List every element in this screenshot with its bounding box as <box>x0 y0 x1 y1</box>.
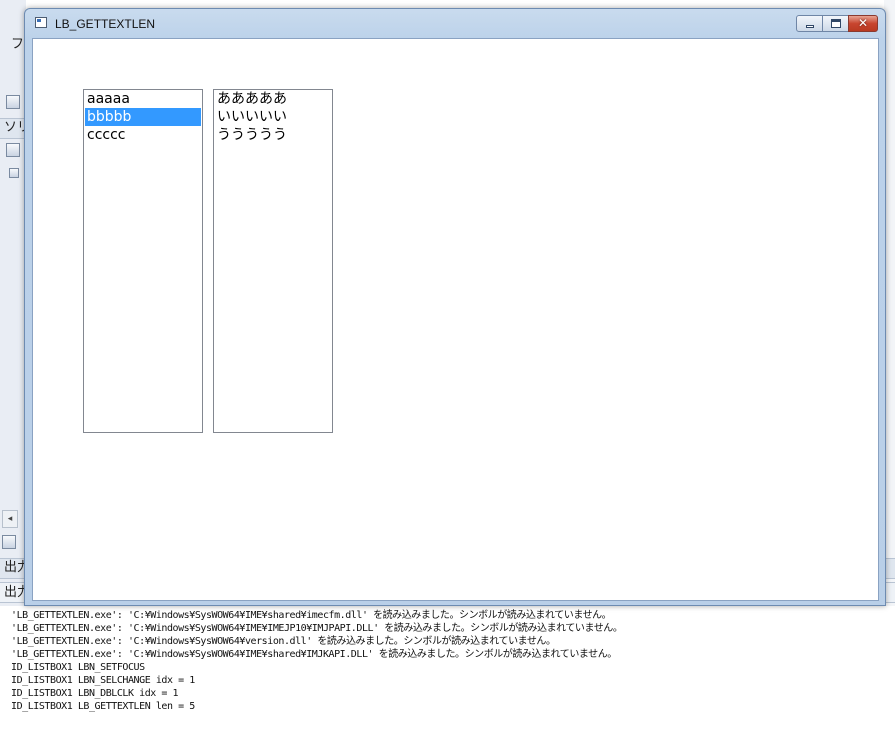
ide-tree-icon[interactable] <box>9 168 19 178</box>
listbox-2-item[interactable]: ううううう <box>215 126 331 144</box>
listbox-1-item[interactable]: ccccc <box>85 126 201 144</box>
output-line: ID_LISTBOX1 LBN_DBLCLK idx = 1 <box>11 688 179 699</box>
output-line: ID_LISTBOX1 LB_GETTEXTLEN len = 5 <box>11 701 195 712</box>
minimize-icon <box>806 25 814 28</box>
desktop: フ ソリ ◂ 出力 出力 'LB_GETTEXTLEN.exe': 'C:¥Wi… <box>0 0 895 734</box>
listbox-2[interactable]: あああああ いいいいい ううううう <box>213 89 333 433</box>
ide-toolbar-icon[interactable] <box>6 95 20 109</box>
output-pane[interactable]: 'LB_GETTEXTLEN.exe': 'C:¥Windows¥SysWOW6… <box>0 606 895 734</box>
app-window-icon[interactable] <box>35 17 47 28</box>
scroll-left-arrow-icon[interactable]: ◂ <box>2 510 18 528</box>
title-bar[interactable]: LB_GETTEXTLEN ✕ <box>25 9 885 39</box>
output-line: 'LB_GETTEXTLEN.exe': 'C:¥Windows¥SysWOW6… <box>11 649 617 660</box>
maximize-icon <box>831 19 841 28</box>
close-icon: ✕ <box>857 16 869 30</box>
ide-menu-fragment[interactable]: フ <box>11 38 24 52</box>
listbox-1[interactable]: aaaaa bbbbb ccccc <box>83 89 203 433</box>
ide-solution-icon[interactable] <box>6 143 20 157</box>
caption-buttons: ✕ <box>796 15 878 33</box>
close-button[interactable]: ✕ <box>848 15 878 32</box>
listbox-2-item[interactable]: あああああ <box>215 90 331 108</box>
output-line: 'LB_GETTEXTLEN.exe': 'C:¥Windows¥SysWOW6… <box>11 623 623 634</box>
listbox-1-item[interactable]: aaaaa <box>85 90 201 108</box>
client-area: aaaaa bbbbb ccccc あああああ いいいいい ううううう <box>32 38 879 601</box>
output-line: ID_LISTBOX1 LBN_SELCHANGE idx = 1 <box>11 675 195 686</box>
listbox-1-item-selected[interactable]: bbbbb <box>85 108 201 126</box>
maximize-button[interactable] <box>822 15 849 32</box>
ide-panel-tab-icon[interactable] <box>2 535 16 549</box>
minimize-button[interactable] <box>796 15 823 32</box>
listbox-2-item[interactable]: いいいいい <box>215 108 331 126</box>
window-title: LB_GETTEXTLEN <box>55 17 156 31</box>
output-line: 'LB_GETTEXTLEN.exe': 'C:¥Windows¥SysWOW6… <box>11 636 556 647</box>
app-window: LB_GETTEXTLEN ✕ aaaaa bbbbb ccccc あああああ … <box>24 8 886 606</box>
output-line: ID_LISTBOX1 LBN_SETFOCUS <box>11 662 145 673</box>
ide-solution-header: ソリ <box>0 118 30 139</box>
output-line: 'LB_GETTEXTLEN.exe': 'C:¥Windows¥SysWOW6… <box>11 610 612 621</box>
